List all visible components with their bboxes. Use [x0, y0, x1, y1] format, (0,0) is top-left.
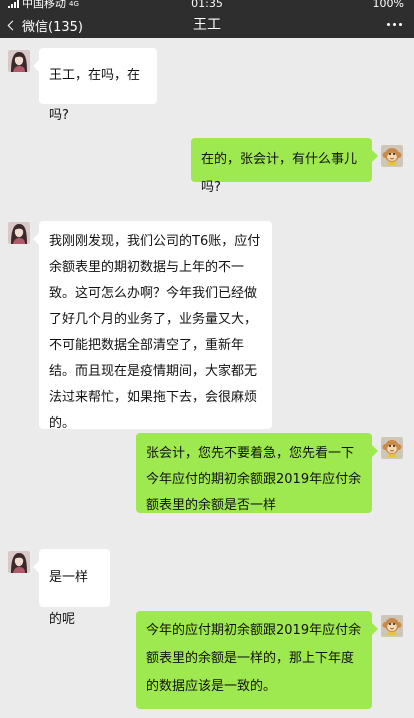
message-text: 是一样的呢 — [49, 570, 89, 627]
message-bubble[interactable]: 我刚刚发现，我们公司的T6账，应付余额表里的期初数据与上年的不一致。这可怎么办啊… — [33, 221, 272, 431]
message-bubble[interactable]: 王工，在吗，在吗? — [33, 48, 157, 123]
status-bar: 中国移动 4G 01:35 100% — [0, 0, 414, 12]
more-button[interactable] — [387, 23, 402, 26]
more-dot — [393, 23, 396, 26]
battery-level: 100% — [372, 0, 404, 10]
status-time: 01:35 — [191, 0, 223, 10]
message-text: 今年的应付期初余额跟2019年应付余额表里的余额是一样的，那上下年度的数据应该是… — [146, 623, 362, 694]
message-bubble[interactable]: 在的，张会计，有什么事儿吗? — [191, 138, 378, 195]
message-bubble[interactable]: 今年的应付期初余额跟2019年应付余额表里的余额是一样的，那上下年度的数据应该是… — [136, 611, 378, 709]
contact-avatar[interactable] — [8, 50, 30, 72]
message-text: 张会计，您先不要着急，您先看一下今年应付的期初余额跟2019年应付余额表里的余额… — [146, 446, 362, 513]
message-text: 王工，在吗，在吗? — [49, 68, 141, 123]
my-avatar[interactable] — [381, 615, 403, 637]
message-text: 在的，张会计，有什么事儿吗? — [201, 152, 358, 195]
message-bubble[interactable]: 是一样的呢 — [33, 549, 110, 627]
chat-header: 微信(135) 王工 — [0, 12, 414, 38]
contact-avatar[interactable] — [8, 222, 30, 244]
message-bubble[interactable]: 张会计，您先不要着急，您先看一下今年应付的期初余额跟2019年应付余额表里的余额… — [136, 433, 378, 513]
more-dot — [399, 23, 402, 26]
my-avatar[interactable] — [381, 437, 403, 459]
contact-avatar[interactable] — [8, 551, 30, 573]
message-text: 我刚刚发现，我们公司的T6账，应付余额表里的期初数据与上年的不一致。这可怎么办啊… — [49, 234, 261, 431]
more-dots-icon — [387, 23, 390, 26]
my-avatar[interactable] — [381, 145, 403, 167]
chat-title: 王工 — [193, 17, 221, 33]
